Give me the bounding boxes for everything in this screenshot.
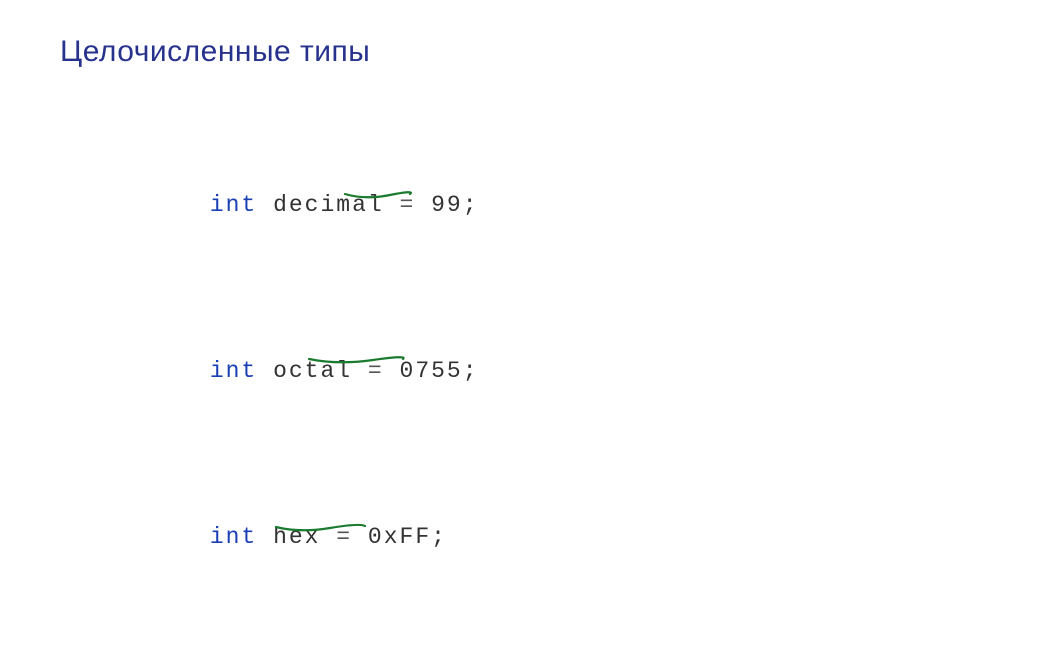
literal-value: 99 — [431, 192, 463, 218]
var-name: hex — [273, 524, 320, 550]
var-name: decimal — [273, 192, 384, 218]
var-name: octal — [273, 358, 352, 384]
code-block: int decimal = 99; int octal = 0755; int … — [60, 164, 985, 662]
semicolon: ; — [463, 192, 479, 218]
semicolon: ; — [431, 524, 447, 550]
slide-title: Целочисленные типы — [60, 35, 985, 69]
equals-sign: = — [400, 192, 416, 218]
code-line-octal: int octal = 0755; — [115, 330, 985, 440]
equals-sign: = — [336, 524, 352, 550]
slide: Целочисленные типы int decimal = 99; int… — [0, 0, 1045, 662]
semicolon: ; — [463, 358, 479, 384]
code-line-hex: int hex = 0xFF; — [115, 497, 985, 607]
literal-value: 0755 — [400, 358, 463, 384]
type-keyword: int — [210, 192, 257, 218]
type-keyword: int — [210, 358, 257, 384]
literal-value: 0xFF — [368, 524, 431, 550]
code-line-decimal: int decimal = 99; — [115, 164, 985, 274]
equals-sign: = — [368, 358, 384, 384]
type-keyword: int — [210, 524, 257, 550]
